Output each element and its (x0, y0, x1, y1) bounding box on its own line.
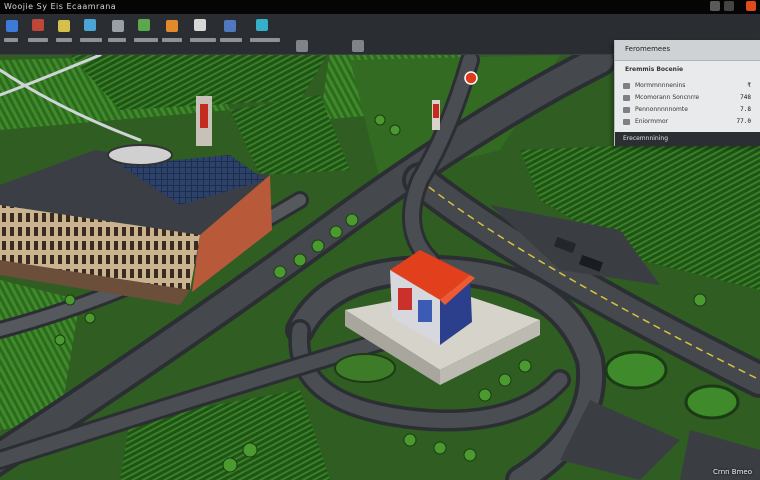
toolbar-label (56, 38, 72, 42)
money-icon[interactable] (224, 20, 236, 32)
panel-row-label: Pennonnnnnomte (635, 106, 688, 113)
window-title: Woojie Sy Eis Ecaamrana (4, 2, 117, 11)
panel-subtitle: Eremmis Bocenie (625, 66, 684, 73)
minimize-button[interactable] (710, 1, 720, 11)
transport-icon[interactable] (166, 20, 178, 32)
panel-title: Feromemees (625, 45, 671, 53)
settings-icon[interactable] (352, 40, 364, 52)
panel-row-label: Mcomorann Soncnrre (635, 94, 700, 101)
building-info-panel: Feromemees Eremmis Bocenie Mormmnnnenins… (614, 40, 760, 146)
info-icon (623, 107, 630, 113)
window-title-bar: Woojie Sy Eis Ecaamrana (0, 0, 760, 14)
toolbar-label (190, 38, 216, 42)
policy-icon[interactable] (194, 19, 206, 31)
toolbar-label (28, 38, 48, 42)
maximize-button[interactable] (724, 1, 734, 11)
panel-row-value: 77.0 (736, 118, 751, 125)
utilities-icon[interactable] (112, 20, 124, 32)
toolbar-label (220, 38, 242, 42)
toolbar-label (134, 38, 158, 42)
camera-icon[interactable] (296, 40, 308, 52)
panel-subtitle-row: Eremmis Bocenie (621, 64, 755, 76)
map-marker[interactable] (432, 100, 440, 130)
panel-row[interactable]: Mcomorann Soncnrre 748 (621, 92, 755, 104)
panel-row-label: Mormmnnnenins (635, 82, 686, 89)
info-icon (623, 95, 630, 101)
status-text: Crnn Bmeo (713, 468, 752, 476)
close-button[interactable] (746, 1, 756, 11)
zoning-icon[interactable] (84, 19, 96, 31)
city-icon[interactable] (32, 19, 44, 31)
map-marker[interactable] (464, 71, 478, 85)
road-icon[interactable] (58, 20, 70, 32)
panel-footer-label: Erecemnnining (623, 135, 669, 142)
toolbar-label (4, 38, 18, 42)
info-icon (623, 119, 630, 125)
toolbar-label (108, 38, 126, 42)
panel-header: Feromemees (615, 40, 760, 61)
panel-footer[interactable]: Erecemnnining (615, 132, 760, 146)
panel-row[interactable]: Mormmnnnenins ₹ (621, 80, 755, 92)
panel-row[interactable]: Eniormmor 77.0 (621, 116, 755, 128)
game-viewport[interactable]: Woojie Sy Eis Ecaamrana Feromemees Eremm… (0, 0, 760, 480)
panel-row-value: 748 (740, 94, 751, 101)
home-icon[interactable] (6, 20, 18, 32)
panel-row[interactable]: Pennonnnnnomte 7.8 (621, 104, 755, 116)
toolbar-label (80, 38, 102, 42)
info-icon (623, 83, 630, 89)
toolbar-label (162, 38, 182, 42)
panel-row-value: 7.8 (740, 106, 751, 113)
park-icon[interactable] (138, 19, 150, 31)
panel-row-value: ₹ (747, 82, 751, 89)
panel-row-label: Eniormmor (635, 118, 669, 125)
stats-icon[interactable] (256, 19, 268, 31)
toolbar-label (250, 38, 280, 42)
